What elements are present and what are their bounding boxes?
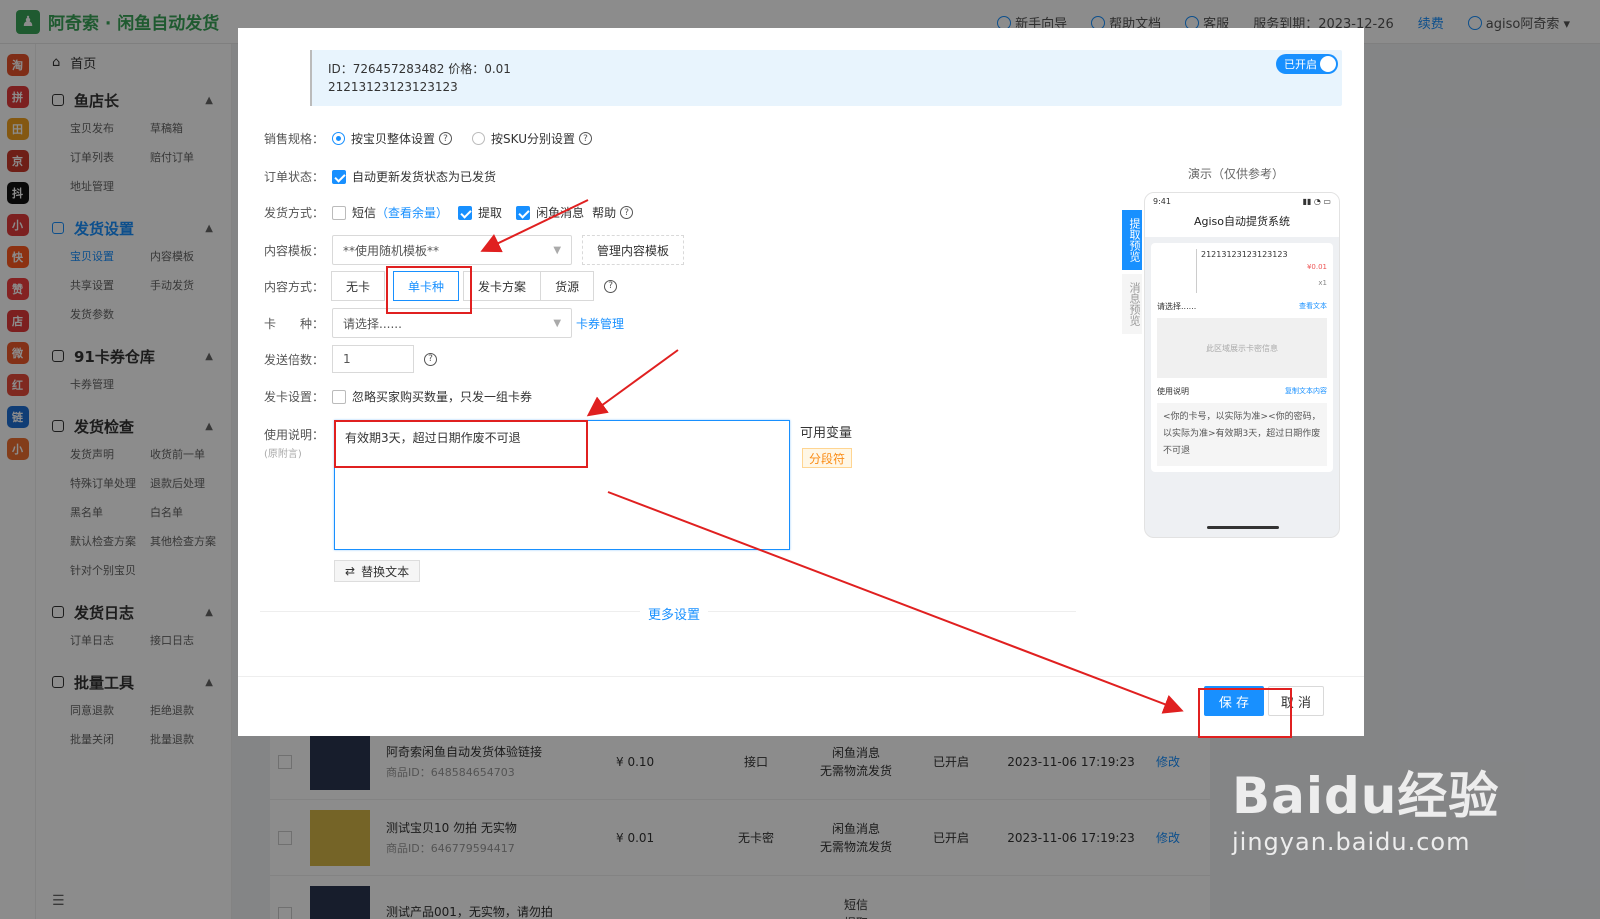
view-balance-link[interactable]: （查看余量） (376, 204, 448, 221)
spec-radio-sku[interactable] (472, 132, 486, 145)
help-link[interactable]: 帮助 (592, 204, 616, 221)
card-manage-link[interactable]: 卡券管理 (576, 315, 624, 332)
phone-product-name: 21213123123123123 (1201, 250, 1288, 259)
phone-card: 21213123123123123 ¥0.01 x1 请选择...... 查看文… (1151, 243, 1333, 472)
product-id-price: ID：726457283482 价格：0.01 (328, 62, 511, 76)
product-name: 21213123123123123 (328, 80, 458, 94)
phone-title: Agiso自动提货系统 (1145, 211, 1339, 237)
sms-checkbox[interactable] (332, 205, 347, 220)
phone-product-qty: x1 (1318, 279, 1327, 287)
ship-method-row: 发货方式： 短信 （查看余量） 提取 闲鱼消息 帮助? (264, 204, 634, 221)
product-thumbnail (260, 50, 312, 106)
help-icon[interactable]: ? (578, 132, 592, 145)
card-info-area: 此区域展示卡密信息 (1157, 318, 1327, 378)
template-select[interactable]: **使用随机模板** ▼ (332, 235, 573, 265)
phone-product-thumb (1157, 249, 1197, 293)
ignore-quantity-checkbox[interactable] (332, 389, 347, 404)
help-icon[interactable]: ? (604, 279, 618, 293)
content-mode-row: 内容方式： 无卡 单卡种 发卡方案 货源 ? (264, 271, 618, 301)
chevron-down-icon: ▼ (553, 244, 562, 256)
usage-label: 使用说明： (原附言) (264, 428, 325, 460)
xianyu-message-checkbox[interactable] (516, 205, 531, 220)
pickup-checkbox[interactable] (458, 205, 473, 220)
chevron-down-icon: ▼ (553, 317, 562, 329)
annotation-box (1198, 688, 1292, 738)
annotation-box (334, 420, 588, 468)
var-separator-tag[interactable]: 分段符 (802, 448, 853, 468)
phone-product-price: ¥0.01 (1306, 263, 1327, 271)
toggle-knob (1320, 56, 1336, 72)
signal-icon: ▮▮ ◔ ▭ (1302, 197, 1331, 206)
help-icon[interactable]: ? (424, 352, 438, 366)
auto-update-status-checkbox[interactable] (332, 169, 347, 184)
spec-row: 销售规格： 按宝贝整体设置? 按SKU分别设置? (264, 130, 592, 147)
phone-preview: 9:41 ▮▮ ◔ ▭ Agiso自动提货系统 2121312312312312… (1144, 192, 1340, 538)
product-settings-modal: ID：726457283482 价格：0.01 2121312312312312… (238, 28, 1364, 736)
replace-text-button[interactable]: ⇄ 替换文本 (334, 560, 421, 582)
more-settings-link[interactable]: 更多设置 (640, 604, 709, 623)
vars-title: 可用变量 (800, 426, 853, 441)
multiplier-input[interactable]: 1 (332, 345, 415, 373)
product-header: ID：726457283482 价格：0.01 2121312312312312… (260, 50, 1342, 106)
phone-usage-text: <你的卡号，以实际为准><你的密码，以实际为准>有效期3天，超过日期作废不可退 (1157, 403, 1327, 466)
template-row: 内容模板： **使用随机模板** ▼ 管理内容模板 (264, 235, 685, 265)
mode-source[interactable]: 货源 (540, 271, 595, 301)
baidu-watermark: Baidu经验 jingyan.baidu.com (1232, 767, 1500, 856)
tab-pickup-preview[interactable]: 提取预览 (1122, 210, 1142, 270)
spec-radio-whole[interactable] (332, 132, 346, 145)
card-setting-row: 发卡设置： 忽略买家购买数量，只发一组卡券 (264, 389, 533, 404)
mode-card-plan[interactable]: 发卡方案 (463, 271, 542, 301)
multiplier-row: 发送倍数： 1 ? (264, 345, 438, 373)
mode-single-card[interactable]: 单卡种 (393, 271, 460, 301)
replace-icon: ⇄ (345, 564, 356, 578)
order-status-row: 订单状态： 自动更新发货状态为已发货 (264, 169, 497, 184)
help-icon[interactable]: ? (620, 206, 634, 219)
enable-toggle[interactable]: 已开启 (1276, 54, 1338, 74)
footer-divider (238, 676, 1364, 677)
demo-title: 演示（仅供参考） (1188, 167, 1285, 181)
manage-template-button[interactable]: 管理内容模板 (582, 235, 685, 265)
phone-status-bar: 9:41 ▮▮ ◔ ▭ (1145, 193, 1339, 211)
mode-no-card[interactable]: 无卡 (331, 271, 386, 301)
help-icon[interactable]: ? (439, 132, 453, 145)
product-info: ID：726457283482 价格：0.01 2121312312312312… (328, 60, 511, 96)
phone-home-bar (1207, 526, 1279, 529)
tab-message-preview[interactable]: 消息预览 (1122, 274, 1142, 334)
